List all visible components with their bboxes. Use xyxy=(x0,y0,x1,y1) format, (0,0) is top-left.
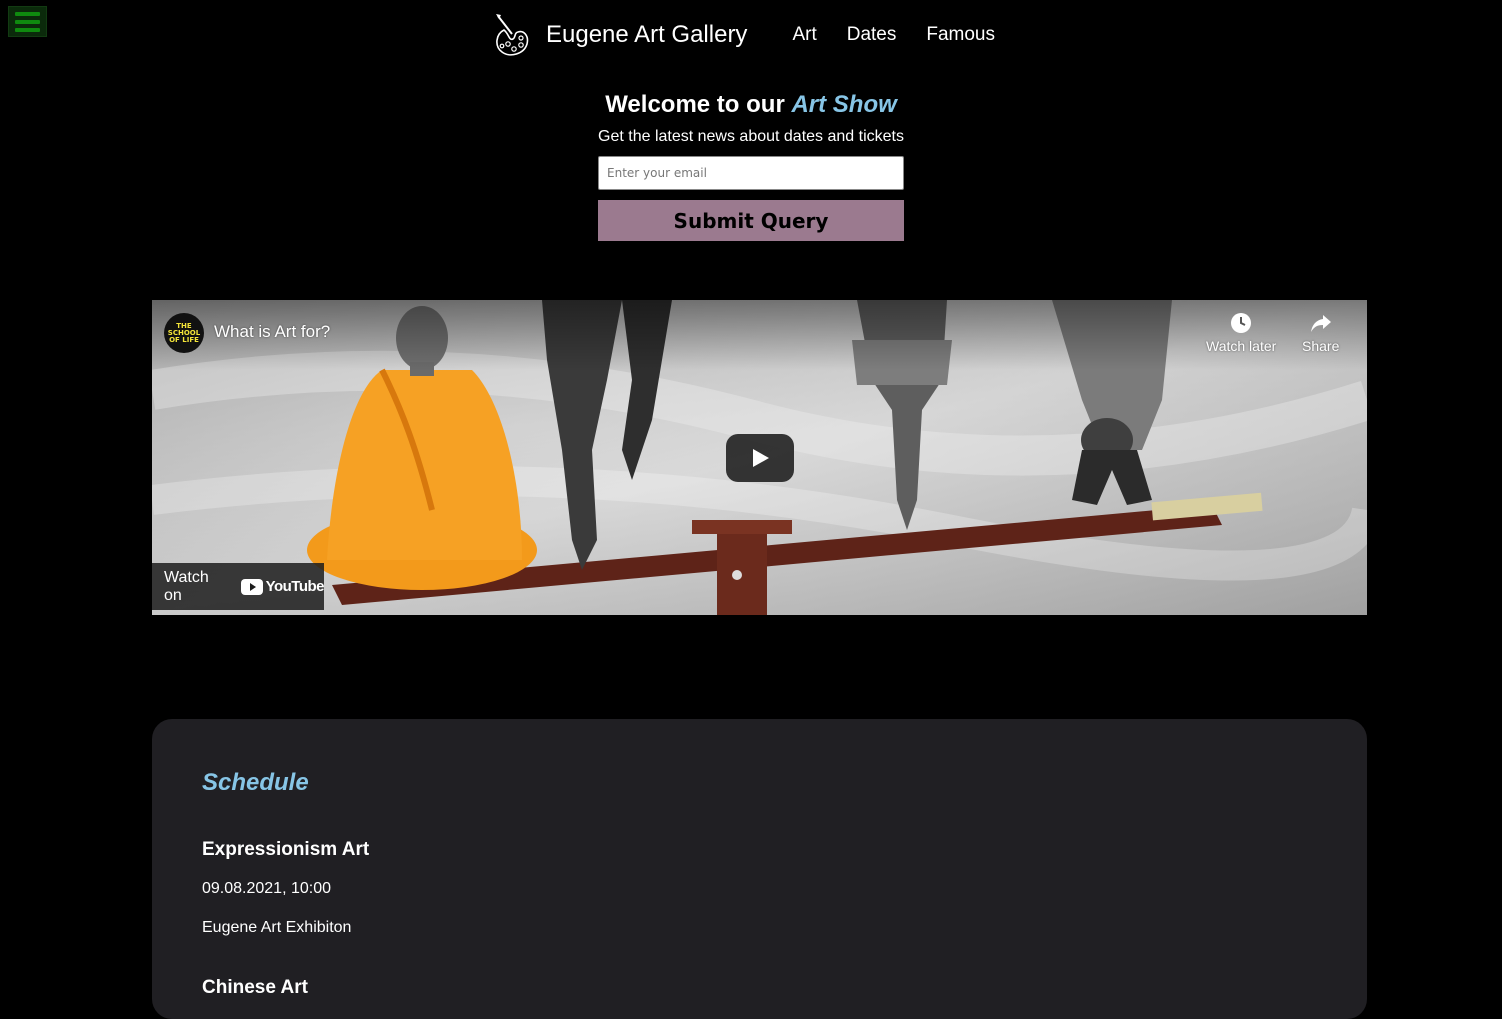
watch-on-label: Watch on xyxy=(164,568,209,604)
youtube-icon xyxy=(240,578,263,595)
share-label: Share xyxy=(1302,338,1340,354)
welcome-prefix: Welcome to our xyxy=(605,91,792,118)
email-field[interactable] xyxy=(598,156,904,190)
newsletter-form: Welcome to our Art Show Get the latest n… xyxy=(0,88,1502,241)
palette-icon xyxy=(495,14,529,56)
play-button[interactable] xyxy=(726,434,794,482)
video-title[interactable]: What is Art for? xyxy=(214,322,330,342)
play-icon xyxy=(753,449,769,467)
event-venue: Eugene Art Exhibiton xyxy=(202,919,352,936)
watch-later-label: Watch later xyxy=(1206,338,1277,354)
channel-avatar[interactable]: THE SCHOOL OF LIFE xyxy=(164,313,204,353)
event-name: Expressionism Art xyxy=(202,839,370,860)
schedule-card: Schedule Expressionism Art 09.08.2021, 1… xyxy=(152,719,1367,1019)
video-embed[interactable]: THE SCHOOL OF LIFE What is Art for? Watc… xyxy=(152,300,1367,615)
submit-button[interactable]: Submit Query xyxy=(598,200,904,241)
channel-name: THE SCHOOL OF LIFE xyxy=(167,321,201,344)
clock-icon xyxy=(1231,313,1252,333)
event-item: Expressionism Art 09.08.2021, 10:00 Euge… xyxy=(202,839,369,937)
youtube-wordmark: YouTube xyxy=(265,578,325,595)
youtube-logo: YouTube xyxy=(240,578,325,595)
nav-dates[interactable]: Dates xyxy=(847,24,897,46)
watch-on-youtube-button[interactable]: Watch on YouTube xyxy=(152,563,325,610)
site-header: Eugene Art Gallery Art Dates Famous xyxy=(0,10,1502,60)
nav-art[interactable]: Art xyxy=(792,24,816,46)
brand-name: Eugene Art Gallery xyxy=(545,21,748,48)
event-date: 09.08.2021, 10:00 xyxy=(202,880,332,897)
share-button[interactable]: Share xyxy=(1302,312,1339,354)
welcome-heading: Welcome to our Art Show xyxy=(605,88,897,122)
watch-later-button[interactable]: Watch later xyxy=(1206,312,1276,354)
newsletter-subtitle: Get the latest news about dates and tick… xyxy=(598,128,904,145)
welcome-accent: Art Show xyxy=(791,91,897,118)
event-item: Chinese Art xyxy=(202,977,308,999)
video-top-bar xyxy=(152,300,1367,370)
schedule-title: Schedule xyxy=(202,769,309,796)
event-name: Chinese Art xyxy=(202,977,308,998)
brand-link[interactable]: Eugene Art Gallery xyxy=(492,12,747,58)
share-icon xyxy=(1310,315,1331,332)
nav-famous[interactable]: Famous xyxy=(926,24,995,46)
